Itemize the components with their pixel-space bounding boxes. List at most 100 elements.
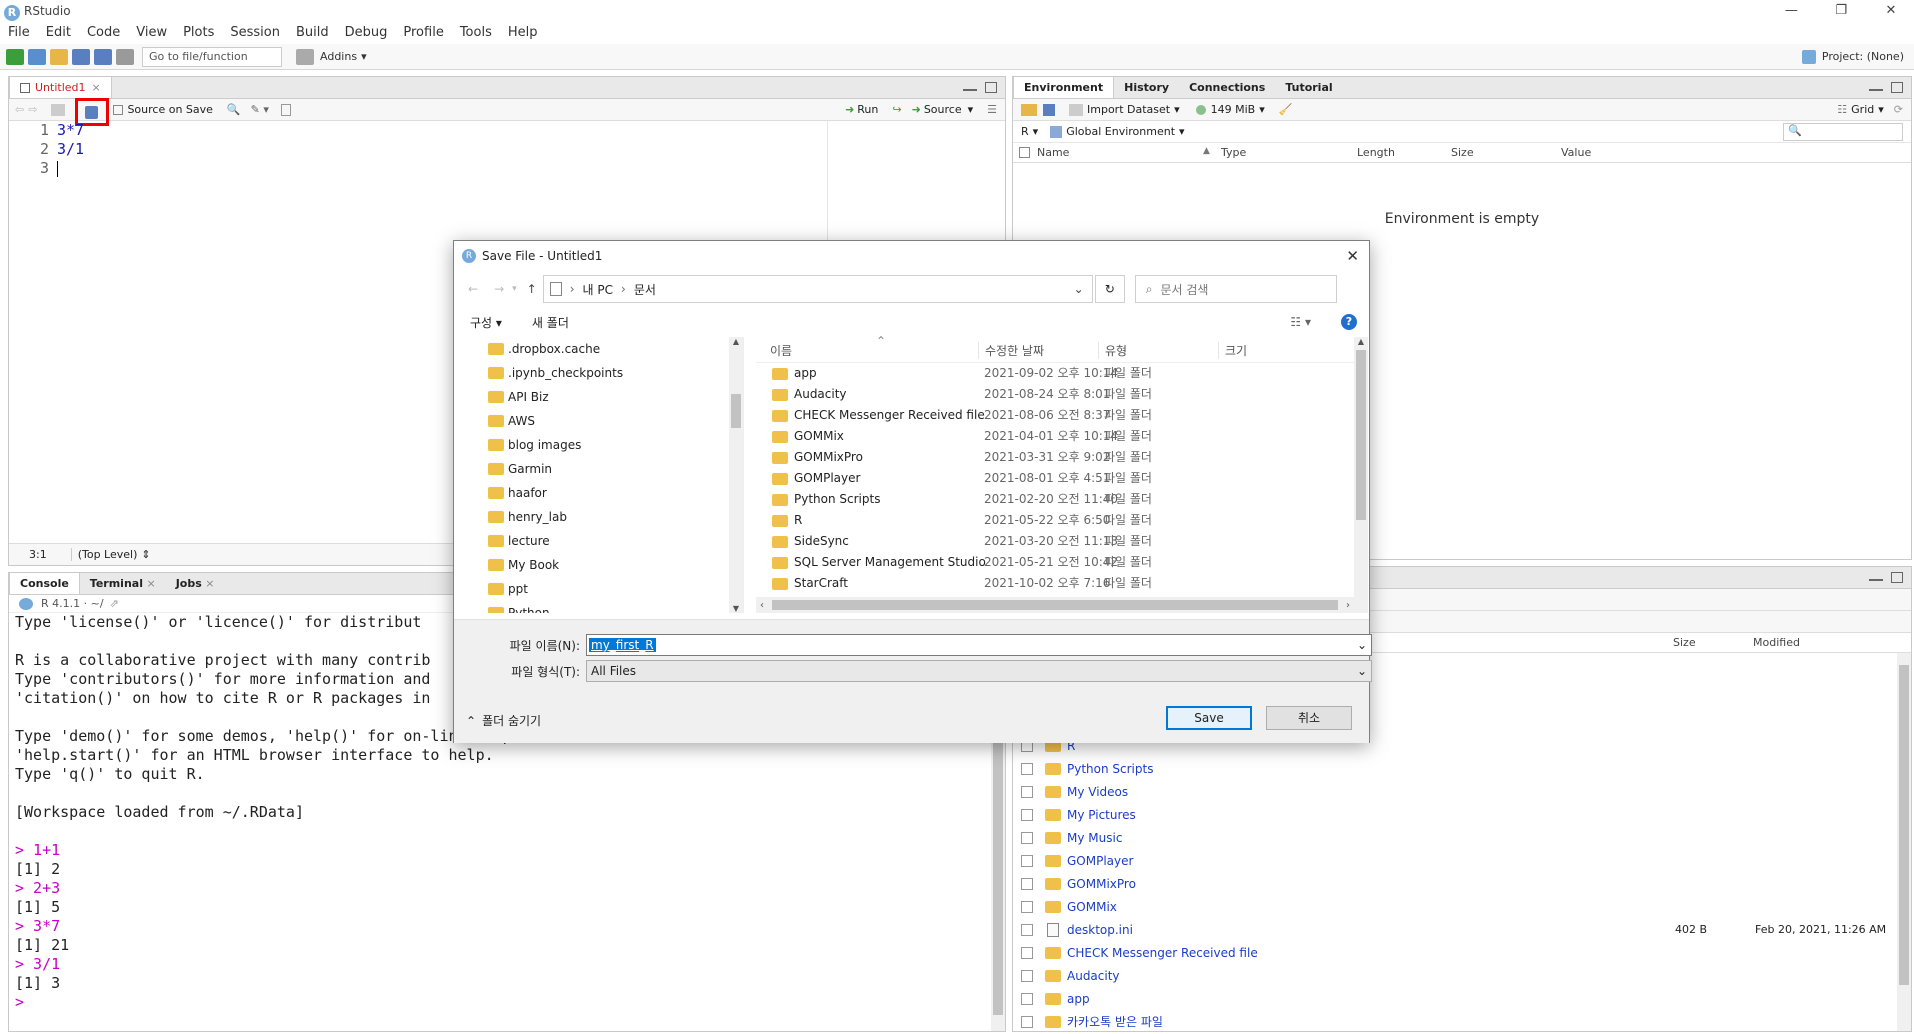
dialog-search-input[interactable]: ⌕ 문서 검색 [1134,275,1337,303]
code-line[interactable] [57,159,1005,178]
file-name[interactable]: GOMPlayer [1067,854,1133,868]
maximize-pane-icon[interactable] [985,82,997,93]
file-row[interactable]: GOMMix [1013,895,1893,918]
tree-item[interactable]: API Biz [454,385,730,409]
menu-help[interactable]: Help [500,22,546,44]
tree-item[interactable]: haafor [454,481,730,505]
hide-folders-toggle[interactable]: ⌃ 폴더 숨기기 [466,712,541,729]
minimize-button[interactable]: — [1768,0,1814,22]
list-item[interactable]: GOMPlayer 2021-08-01 오후 4:51 파일 폴더 [756,468,1368,489]
tree-item[interactable]: My Book [454,553,730,577]
forward-arrow-icon[interactable]: ⇨ [28,103,37,116]
list-item[interactable]: StarCraft 2021-10-02 오후 7:16 파일 폴더 [756,573,1368,594]
file-name[interactable]: My Videos [1067,785,1128,799]
code-line[interactable]: 3/1 [57,140,1005,159]
restore-button[interactable]: ❐ [1818,0,1864,22]
show-in-window-icon[interactable] [51,103,66,116]
chevron-down-icon[interactable]: ⌄ [1357,638,1367,652]
save-icon[interactable] [72,48,90,65]
minimize-pane-icon[interactable] [963,89,977,91]
list-item[interactable]: R 2021-05-22 오후 6:50 파일 폴더 [756,510,1368,531]
tab-history[interactable]: History [1114,77,1179,98]
env-column-length[interactable]: Length [1357,146,1395,159]
forward-arrow-icon[interactable]: → [494,282,504,296]
goto-file-input[interactable]: Go to file/function [142,46,282,67]
list-scroll-thumb[interactable] [1356,350,1366,520]
list-column-header[interactable]: 이름 [770,342,792,359]
tree-item[interactable]: AWS [454,409,730,433]
code-line[interactable]: 3*7 [57,121,1005,140]
scroll-up-icon[interactable]: ▲ [1354,337,1368,346]
menu-session[interactable]: Session [222,22,288,44]
grid-layout-icon[interactable] [296,48,314,65]
file-checkbox[interactable] [1021,808,1033,821]
up-arrow-icon[interactable]: ↑ [527,282,537,296]
file-row[interactable]: My Videos [1013,780,1893,803]
close-tab-icon[interactable]: × [92,77,101,98]
view-mode-select[interactable]: Grid [1851,103,1874,116]
env-column-value[interactable]: Value [1561,146,1591,159]
scroll-right-icon[interactable]: › [1346,600,1350,611]
refresh-icon[interactable]: ⟳ [1894,103,1903,116]
maximize-pane-icon[interactable] [1891,572,1903,583]
tree-item[interactable]: blog images [454,433,730,457]
search-icon[interactable]: 🔍 [227,103,241,116]
file-checkbox[interactable] [1021,877,1033,890]
file-checkbox[interactable] [1021,854,1033,867]
source-on-save-checkbox[interactable] [113,104,124,115]
minimize-pane-icon[interactable] [1869,89,1883,91]
list-item[interactable]: SQL Server Management Studio 2021-05-21 오… [756,552,1368,573]
menu-debug[interactable]: Debug [337,22,396,44]
environment-search-input[interactable]: 🔍 [1783,122,1903,141]
close-window-button[interactable]: ✕ [1868,0,1914,22]
menu-build[interactable]: Build [288,22,337,44]
menu-tools[interactable]: Tools [452,22,500,44]
env-column-name[interactable]: Name [1037,146,1069,159]
scope-selector[interactable]: (Top Level) [70,548,137,561]
load-workspace-icon[interactable] [1021,103,1037,116]
scroll-up-icon[interactable]: ▲ [729,337,743,346]
list-scrollbar-h[interactable]: ‹ › [756,597,1354,613]
tree-scrollbar[interactable]: ▲ ▼ [729,337,743,613]
file-name[interactable]: GOMMix [1067,900,1117,914]
source-button[interactable]: Source [924,103,962,116]
close-tab-icon[interactable]: × [202,577,214,590]
tab-connections[interactable]: Connections [1179,77,1275,98]
tab-tutorial[interactable]: Tutorial [1275,77,1342,98]
files-scrollbar[interactable] [1897,653,1911,1031]
list-item[interactable]: GOMMixPro 2021-03-31 오후 9:02 파일 폴더 [756,447,1368,468]
list-item[interactable]: SideSync 2021-03-20 오전 11:13 파일 폴더 [756,531,1368,552]
close-dialog-button[interactable]: ✕ [1346,247,1359,265]
file-name[interactable]: CHECK Messenger Received file [1067,946,1258,960]
file-checkbox[interactable] [1021,992,1033,1005]
addins-menu[interactable]: Addins [320,50,357,63]
list-item[interactable]: Audacity 2021-08-24 오후 8:01 파일 폴더 [756,384,1368,405]
file-name[interactable]: desktop.ini [1067,923,1133,937]
file-name[interactable]: 카카오톡 받은 파일 [1067,1013,1163,1030]
filetype-select[interactable]: All Files ⌄ [586,660,1372,682]
scroll-left-icon[interactable]: ‹ [760,600,764,611]
file-checkbox[interactable] [1021,900,1033,913]
tab-untitled1[interactable]: Untitled1 × [9,77,112,98]
address-dropdown-icon[interactable]: ⌄ [1074,282,1084,296]
rerun-icon[interactable]: ↪ [892,103,901,116]
env-column-size[interactable]: Size [1451,146,1474,159]
tree-item[interactable]: henry_lab [454,505,730,529]
save-button[interactable]: Save [1166,706,1252,730]
file-checkbox[interactable] [1021,946,1033,959]
file-name[interactable]: My Pictures [1067,808,1136,822]
tab-environment[interactable]: Environment [1013,77,1115,98]
refresh-button[interactable]: ↻ [1094,275,1125,303]
scope-select[interactable]: Global Environment [1066,125,1175,138]
tree-scroll-thumb[interactable] [731,394,741,428]
scroll-down-icon[interactable]: ▼ [729,604,743,613]
save-workspace-icon[interactable] [1043,103,1055,116]
file-row[interactable]: Python Scripts [1013,757,1893,780]
path-segment-pc[interactable]: 내 PC [583,281,613,298]
compile-report-icon[interactable] [280,103,291,116]
new-folder-button[interactable]: 새 폴더 [532,314,569,331]
file-row[interactable]: My Music [1013,826,1893,849]
tree-item[interactable]: ppt [454,577,730,601]
files-scroll-thumb[interactable] [1899,665,1909,985]
menu-profile[interactable]: Profile [395,22,451,44]
